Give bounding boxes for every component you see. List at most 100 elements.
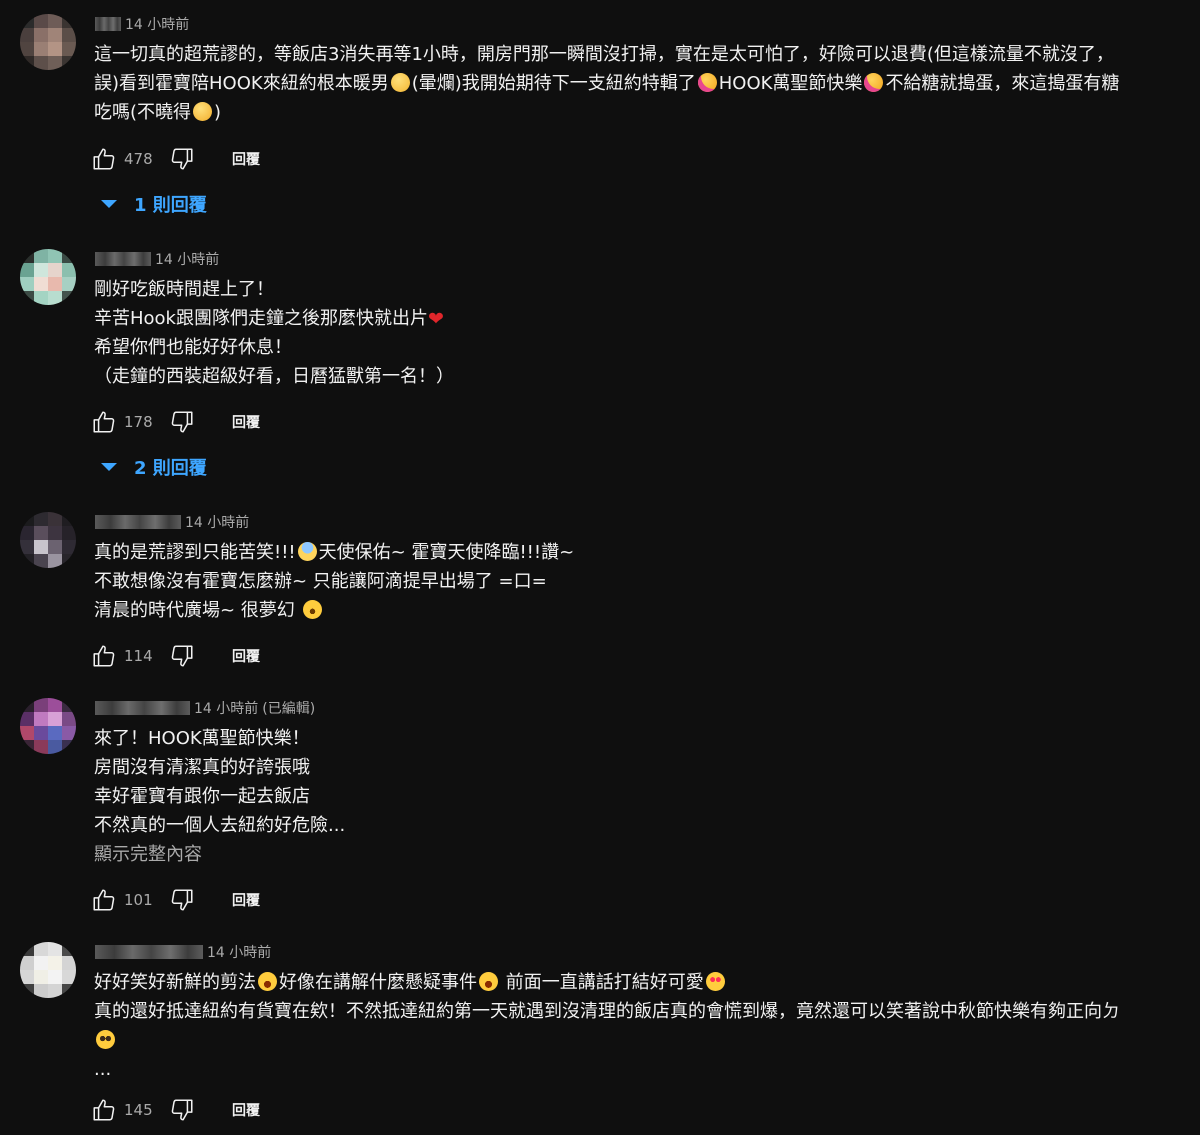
dislike-button[interactable] [168, 643, 196, 669]
comment-line: 希望你們也能好好休息！ [94, 337, 292, 358]
timestamp[interactable]: 14 小時前 [207, 942, 271, 962]
comment-meta: 14 小時前 [95, 249, 219, 269]
comment-text-span: 吃嗎(不曉得 [94, 102, 192, 123]
comment-line: 好好笑好新鮮的剪法 好像在講解什麼懸疑事件 前面一直講話打結好可愛 [94, 968, 1179, 997]
open-mouth-face-emoji-icon [302, 600, 322, 619]
thumbs-down-icon [171, 411, 193, 433]
comment-text-span: 天使保佑~ 霍寶天使降臨!!!讚~ [318, 542, 575, 563]
dislike-button[interactable] [168, 409, 196, 435]
comment-line: 真的是荒謬到只能苦笑!!! 天使保佑~ 霍寶天使降臨!!!讚~ [94, 538, 1179, 567]
thumbs-down-icon [171, 889, 193, 911]
replies-count-label: 1 則回覆 [134, 195, 207, 216]
like-button[interactable] [90, 643, 118, 669]
comment-meta: 14 小時前 [95, 512, 249, 532]
comment-meta: 14 小時前 (已編輯) [95, 698, 315, 718]
show-more-link[interactable]: 顯示完整內容 [94, 840, 1179, 869]
comment-actions: 178 回覆 [90, 409, 260, 435]
like-button[interactable] [90, 146, 118, 172]
thumbs-down-icon [171, 148, 193, 170]
comment-actions: 114 回覆 [90, 643, 260, 669]
comment-text-span: 好好笑好新鮮的剪法 [94, 972, 256, 993]
dislike-button[interactable] [168, 1097, 196, 1123]
tears-of-joy-emoji-icon [258, 972, 277, 991]
reply-button[interactable]: 回覆 [232, 412, 260, 432]
comment-line: （走鐘的西裝超級好看，日曆猛獸第一名！） [94, 366, 454, 387]
timestamp[interactable]: 14 小時前 [125, 14, 189, 34]
comment-line [94, 1026, 1179, 1055]
heart-emoji-icon: ❤ [427, 308, 444, 330]
reply-button[interactable]: 回覆 [232, 149, 260, 169]
comment-text-span: 前面一直講話打結好可愛 [505, 972, 704, 993]
comment-text-span: (暈爛)我開始期待下一支紐約特輯了 [411, 73, 696, 94]
thumbs-down-icon [171, 645, 193, 667]
author-name-blurred[interactable] [95, 515, 181, 529]
thumbs-up-icon [93, 645, 115, 667]
timestamp[interactable]: 14 小時前 [155, 249, 219, 269]
author-name-blurred[interactable] [95, 945, 203, 959]
dislike-button[interactable] [168, 887, 196, 913]
author-name-blurred[interactable] [95, 252, 151, 266]
comment-text-span: 清晨的時代廣場~ 很夢幻 [94, 600, 295, 621]
comment-line: 辛苦Hook跟團隊們走鐘之後那麼快就出片❤ [94, 304, 1179, 333]
timestamp[interactable]: 14 小時前 [185, 512, 249, 532]
fearful-face-emoji-icon [297, 542, 317, 561]
avatar[interactable] [20, 512, 76, 568]
thumbs-up-icon [93, 889, 115, 911]
avatar[interactable] [20, 249, 76, 305]
thumbs-down-icon [171, 1099, 193, 1121]
reply-button[interactable]: 回覆 [232, 1100, 260, 1120]
thumbs-up-icon [93, 411, 115, 433]
comment-text: 這一切真的超荒謬的，等飯店3消失再等1小時，開房門那一瞬間沒打掃，實在是太可怕了… [94, 40, 1179, 127]
view-replies-button[interactable]: 1 則回覆 [100, 192, 207, 216]
avatar[interactable] [20, 942, 76, 998]
comment-line: 幸好霍寶有跟你一起去飯店 [94, 786, 310, 807]
comment-text: 好好笑好新鮮的剪法 好像在講解什麼懸疑事件 前面一直講話打結好可愛 真的還好抵達紐… [94, 968, 1179, 1084]
like-count: 145 [124, 1101, 153, 1119]
replies-count-label: 2 則回覆 [134, 458, 207, 479]
like-count: 178 [124, 413, 153, 431]
like-button[interactable] [90, 887, 118, 913]
comment-text-span: 辛苦Hook跟團隊們走鐘之後那麼快就出片 [94, 308, 428, 329]
grimacing-face-emoji-icon [390, 73, 410, 92]
comment-line: 真的還好抵達紐約有貨寶在欸！不然抵達紐約第一天就遇到沒清理的飯店真的會慌到爆，竟… [94, 1001, 1120, 1022]
comment-text-span: 不給糖就搗蛋，來這搗蛋有糖 [885, 73, 1120, 94]
woozy-face-emoji-icon [193, 102, 213, 121]
comment-meta: 14 小時前 [95, 942, 271, 962]
comment-line: 誤)看到霍寶陪HOOK來紐約根本暖男 (暈爛)我開始期待下一支紐約特輯了 HOOK萬… [94, 69, 1179, 98]
like-button[interactable] [90, 1097, 118, 1123]
reply-button[interactable]: 回覆 [232, 646, 260, 666]
heart-eyes-emoji-icon [705, 972, 725, 991]
like-count: 101 [124, 891, 153, 909]
like-count: 478 [124, 150, 153, 168]
comment-actions: 145 回覆 [90, 1097, 260, 1123]
partying-face-emoji-icon [864, 73, 884, 92]
comment-text: 來了！HOOK萬聖節快樂！ 房間沒有清潔真的好誇張哦 幸好霍寶有跟你一起去飯店 … [94, 724, 1179, 869]
comment-line: 清晨的時代廣場~ 很夢幻 [94, 596, 1179, 625]
comment-text: 真的是荒謬到只能苦笑!!! 天使保佑~ 霍寶天使降臨!!!讚~ 不敢想像沒有霍寶怎… [94, 538, 1179, 625]
comment-line: 不然真的一個人去紐約好危險... [94, 815, 346, 836]
avatar[interactable] [20, 698, 76, 754]
comment-line: 吃嗎(不曉得) [94, 98, 1179, 127]
comment-text-span: ) [214, 102, 222, 123]
comment-line: ... [94, 1059, 112, 1080]
comment-line: 來了！HOOK萬聖節快樂！ [94, 728, 310, 749]
edited-label: (已編輯) [262, 701, 316, 717]
author-name-blurred[interactable] [95, 701, 190, 715]
tears-of-joy-emoji-icon [479, 972, 498, 991]
reply-button[interactable]: 回覆 [232, 890, 260, 910]
view-replies-button[interactable]: 2 則回覆 [100, 455, 207, 479]
partying-face-emoji-icon [697, 73, 717, 92]
comment-text: 剛好吃飯時間趕上了！ 辛苦Hook跟團隊們走鐘之後那麼快就出片❤ 希望你們也能好… [94, 275, 1179, 391]
comment-text-span: HOOK萬聖節快樂 [718, 73, 863, 94]
like-count: 114 [124, 647, 153, 665]
pleading-face-emoji-icon [96, 1030, 115, 1049]
author-name-blurred[interactable] [95, 17, 121, 31]
comment-meta: 14 小時前 [95, 14, 189, 34]
avatar[interactable] [20, 14, 76, 70]
comment-text-span: 真的是荒謬到只能苦笑!!! [94, 542, 296, 563]
dislike-button[interactable] [168, 146, 196, 172]
like-button[interactable] [90, 409, 118, 435]
timestamp[interactable]: 14 小時前 [194, 698, 258, 718]
comment-line: 不敢想像沒有霍寶怎麼辦~ 只能讓阿滴提早出場了 =口= [94, 571, 547, 592]
chevron-down-icon [101, 200, 117, 208]
